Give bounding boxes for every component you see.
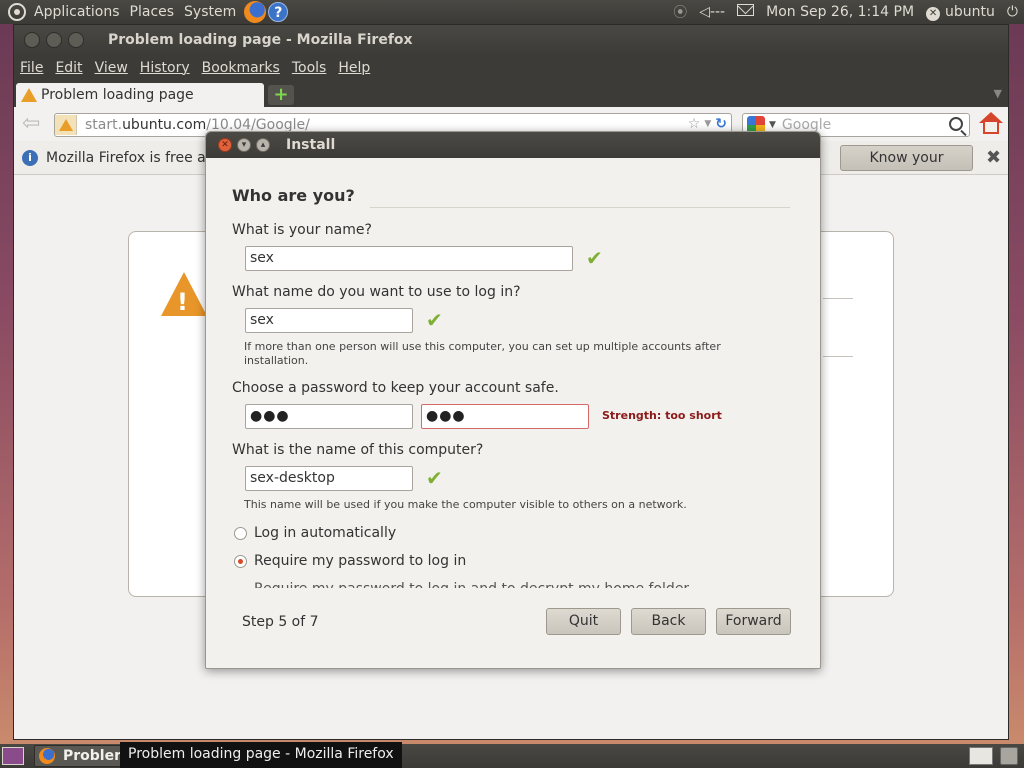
user-menu[interactable]: ✕ ubuntu: [926, 4, 995, 21]
computer-name-valid-check-icon: ✔: [426, 466, 443, 490]
dialog-title: Install: [286, 137, 336, 153]
password-field[interactable]: ●●●: [245, 404, 413, 429]
back-button[interactable]: Back: [631, 608, 706, 635]
tab-title: Problem loading page: [41, 87, 194, 103]
page-title: Who are you?: [232, 186, 355, 205]
user-name: ubuntu: [945, 3, 995, 20]
firefox-launcher-icon[interactable]: [244, 1, 267, 23]
tab-bar: Problem loading page + ▼: [14, 81, 1008, 107]
login-label: What name do you want to use to log in?: [232, 284, 521, 300]
close-icon[interactable]: ✖: [986, 147, 1001, 168]
url-host: ubuntu.com: [122, 117, 207, 133]
option-require-password[interactable]: Require my password to log in: [254, 553, 466, 569]
home-icon[interactable]: [978, 111, 1004, 137]
url-dropdown-icon[interactable]: ▼: [704, 119, 711, 129]
window-title: Problem loading page - Mozilla Firefox: [108, 32, 413, 48]
option-require-password-encrypt[interactable]: Require my password to log in and to dec…: [254, 581, 689, 588]
search-engine-dropdown-icon[interactable]: ▼: [769, 120, 776, 130]
password-strength-label: Strength: too short: [602, 409, 722, 422]
menu-edit[interactable]: Edit: [55, 60, 82, 76]
tab-list-arrow-icon[interactable]: ▼: [994, 87, 1002, 100]
confirm-password-field[interactable]: ●●●: [421, 404, 589, 429]
window-maximize-button[interactable]: [68, 32, 84, 48]
computer-name-label: What is the name of this computer?: [232, 442, 484, 458]
show-desktop-icon[interactable]: [2, 747, 24, 765]
url-prefix: start.: [85, 117, 123, 133]
tab-problem-loading[interactable]: Problem loading page: [16, 83, 264, 107]
window-close-button[interactable]: [24, 32, 40, 48]
taskbar-tooltip: Problem loading page - Mozilla Firefox: [120, 742, 402, 768]
dialog-minimize-icon[interactable]: ▾: [237, 138, 251, 152]
menu-history[interactable]: History: [140, 60, 190, 76]
quit-button[interactable]: Quit: [546, 608, 621, 635]
workspace-switcher[interactable]: [969, 747, 993, 765]
radio-login-automatically[interactable]: [234, 527, 247, 540]
notice-text: Mozilla Firefox is free an: [46, 149, 215, 166]
error-warning-mark: !: [177, 288, 188, 316]
help-launcher-icon[interactable]: ?: [268, 2, 289, 22]
search-icon[interactable]: [949, 117, 963, 131]
top-panel-indicators: ⦿ ◁--- Mon Sep 26, 1:14 PM ✕ ubuntu ⏻: [661, 0, 1018, 24]
name-label: What is your name?: [232, 222, 372, 238]
menu-help[interactable]: Help: [338, 60, 370, 76]
firefox-titlebar[interactable]: Problem loading page - Mozilla Firefox: [14, 25, 1008, 55]
install-titlebar[interactable]: ✕ ▾ ▴ Install: [206, 132, 820, 158]
divider: [823, 356, 853, 357]
install-dialog: ✕ ▾ ▴ Install Who are you? What is your …: [205, 131, 821, 669]
top-menu: Applications Places System: [34, 0, 240, 24]
menu-view[interactable]: View: [95, 60, 128, 76]
user-status-icon: ✕: [926, 6, 941, 21]
know-your-rights-button[interactable]: Know your rights...: [840, 145, 973, 190]
reload-icon[interactable]: ↻: [715, 116, 727, 132]
mail-icon-wrap[interactable]: [737, 4, 755, 20]
forward-button[interactable]: Forward: [716, 608, 791, 635]
bookmark-star-icon[interactable]: ☆: [688, 116, 701, 132]
menu-places[interactable]: Places: [130, 4, 175, 20]
firefox-icon: [39, 748, 55, 764]
name-valid-check-icon: ✔: [586, 246, 603, 270]
clock[interactable]: Mon Sep 26, 1:14 PM: [766, 4, 914, 20]
power-icon[interactable]: ⏻: [1007, 4, 1018, 20]
menu-tools[interactable]: Tools: [292, 60, 327, 76]
option-login-automatically[interactable]: Log in automatically: [254, 525, 396, 541]
heading-divider: [370, 207, 790, 208]
step-indicator: Step 5 of 7: [242, 614, 319, 630]
top-panel: Applications Places System ? ⦿ ◁--- Mon …: [0, 0, 1024, 24]
trash-icon[interactable]: [1000, 747, 1018, 765]
menu-file[interactable]: File: [20, 60, 43, 76]
new-tab-button[interactable]: +: [268, 85, 294, 105]
dialog-maximize-icon[interactable]: ▴: [256, 138, 270, 152]
volume-icon[interactable]: ◁---: [699, 4, 725, 20]
warning-triangle-icon: [58, 119, 73, 131]
username-valid-check-icon: ✔: [426, 308, 443, 332]
login-hint: If more than one person will use this co…: [244, 340, 721, 367]
firefox-menubar: File Edit View History Bookmarks Tools H…: [14, 55, 1008, 81]
dialog-close-icon[interactable]: ✕: [218, 138, 232, 152]
url-bar-actions: ☆ ▼ ↻: [688, 116, 727, 132]
warning-icon: [21, 88, 37, 102]
site-warning-icon[interactable]: [55, 115, 77, 135]
mail-icon: [737, 4, 755, 16]
wifi-icon[interactable]: ⦿: [673, 2, 687, 22]
install-body: Who are you? What is your name? sex ✔ Wh…: [206, 158, 820, 668]
password-label: Choose a password to keep your account s…: [232, 380, 559, 396]
full-name-field[interactable]: sex: [245, 246, 573, 271]
computer-name-field[interactable]: sex-desktop: [245, 466, 413, 491]
taskbar-label: Probler: [63, 748, 122, 764]
window-minimize-button[interactable]: [46, 32, 62, 48]
menu-system[interactable]: System: [184, 4, 236, 20]
menu-bookmarks[interactable]: Bookmarks: [202, 60, 280, 76]
info-icon: i: [22, 149, 38, 166]
username-field[interactable]: sex: [245, 308, 413, 333]
menu-applications[interactable]: Applications: [34, 4, 120, 20]
divider: [823, 298, 853, 299]
ubuntu-logo-icon[interactable]: [8, 3, 26, 21]
radio-require-password[interactable]: [234, 555, 247, 568]
taskbar-firefox-button[interactable]: Probler: [34, 745, 124, 767]
back-button[interactable]: ⇦: [22, 113, 46, 135]
computer-name-hint: This name will be used if you make the c…: [244, 498, 687, 511]
